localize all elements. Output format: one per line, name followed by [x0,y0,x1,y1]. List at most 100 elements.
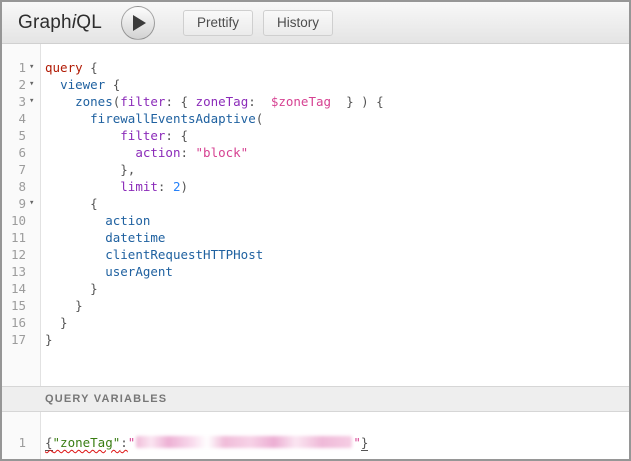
code-token: filter [120,94,165,109]
code-line[interactable]: 9▾ { [2,195,629,212]
code-token: "block" [196,145,249,160]
prettify-button[interactable]: Prettify [183,10,253,36]
code-line[interactable]: 6 action: "block" [2,144,629,161]
logo-text-prefix: Graph [18,12,72,33]
line-number: 14 [11,280,28,297]
code-token [45,247,105,262]
code-token: 2 [173,179,181,194]
code-token: } [45,315,68,330]
code-text: firewallEventsAdaptive( [40,110,263,127]
code-line[interactable]: 15 } [2,297,629,314]
code-text: limit: 2) [40,178,188,195]
code-token [45,145,135,160]
code-text: action: "block" [40,144,248,161]
code-token [45,111,90,126]
query-variables-title: QUERY VARIABLES [45,393,167,405]
fold-arrow-icon[interactable]: ▾ [28,93,40,110]
graphiql-window: GraphiQL Prettify History 1▾query {2▾ vi… [0,0,631,461]
code-text: zones(filter: { zoneTag: $zoneTag } ) { [40,93,384,110]
code-token: viewer [60,77,105,92]
code-token [45,230,105,245]
line-number: 6 [18,144,28,161]
line-number: 2 [18,76,28,93]
code-line[interactable]: 4 firewallEventsAdaptive( [2,110,629,127]
line-gutter: 6 [2,144,40,161]
fold-arrow-icon[interactable]: ▾ [28,195,40,212]
code-line[interactable]: 3▾ zones(filter: { zoneTag: $zoneTag } )… [2,93,629,110]
code-token: firewallEventsAdaptive [90,111,256,126]
code-line[interactable]: 7 }, [2,161,629,178]
code-text: { [40,195,98,212]
line-gutter: 16 [2,314,40,331]
code-token: "zoneTag" [53,435,121,450]
code-token: } [361,435,369,451]
line-number: 10 [11,212,28,229]
code-token [45,94,75,109]
code-token: : [120,435,128,450]
code-token: : { [165,128,188,143]
line-gutter: 5 [2,127,40,144]
code-token [45,128,120,143]
code-text: } [40,297,83,314]
query-editor[interactable]: 1▾query {2▾ viewer {3▾ zones(filter: { z… [2,44,629,386]
code-line[interactable]: 16 } [2,314,629,331]
line-gutter: 15 [2,297,40,314]
line-gutter: 4 [2,110,40,127]
code-token: } [45,332,53,347]
code-text: } [40,280,98,297]
code-token: filter [120,128,165,143]
code-token: $zoneTag [271,94,331,109]
play-icon [133,15,146,31]
line-number: 4 [18,110,28,127]
code-line[interactable]: 14 } [2,280,629,297]
code-token: } [45,281,98,296]
line-number: 9 [18,195,28,212]
line-gutter: 17 [2,331,40,348]
code-token [45,77,60,92]
history-button[interactable]: History [263,10,333,36]
fold-arrow-icon[interactable]: ▾ [28,76,40,93]
query-variables-header[interactable]: QUERY VARIABLES [2,386,629,412]
code-token: action [135,145,180,160]
execute-button[interactable] [121,6,155,40]
app-logo: GraphiQL [18,12,102,34]
line-number: 11 [11,229,28,246]
code-text: query { [40,59,98,76]
line-number: 17 [11,331,28,348]
code-line[interactable]: 11 datetime [2,229,629,246]
code-token: limit [120,179,158,194]
line-gutter: 2▾ [2,76,40,93]
fold-arrow-icon[interactable]: ▾ [28,59,40,76]
code-token: : [158,179,173,194]
code-line[interactable]: 12 clientRequestHTTPHost [2,246,629,263]
code-line[interactable]: 1{"zoneTag":""} [2,434,629,451]
code-line[interactable]: 5 filter: { [2,127,629,144]
line-gutter: 7 [2,161,40,178]
line-gutter: 10 [2,212,40,229]
code-token: : [180,145,195,160]
code-line[interactable]: 10 action [2,212,629,229]
code-line[interactable]: 8 limit: 2) [2,178,629,195]
code-token: }, [45,162,135,177]
code-text: } [40,314,68,331]
code-line[interactable]: 1▾query { [2,59,629,76]
code-text: filter: { [40,127,188,144]
code-token: : [248,94,271,109]
code-line[interactable]: 2▾ viewer { [2,76,629,93]
code-token: } ) { [331,94,384,109]
line-number: 12 [11,246,28,263]
code-token: { [105,77,120,92]
line-number: 15 [11,297,28,314]
code-token: ( [256,111,264,126]
code-token: : { [165,94,195,109]
line-number: 7 [18,161,28,178]
code-line[interactable]: 17} [2,331,629,348]
code-token: action [105,213,150,228]
line-gutter: 8 [2,178,40,195]
line-number: 3 [18,93,28,110]
code-token: { [45,196,98,211]
variables-editor[interactable]: 1{"zoneTag":""} [2,412,629,459]
code-line[interactable]: 13 userAgent [2,263,629,280]
code-token: datetime [105,230,165,245]
code-text: action [40,212,150,229]
